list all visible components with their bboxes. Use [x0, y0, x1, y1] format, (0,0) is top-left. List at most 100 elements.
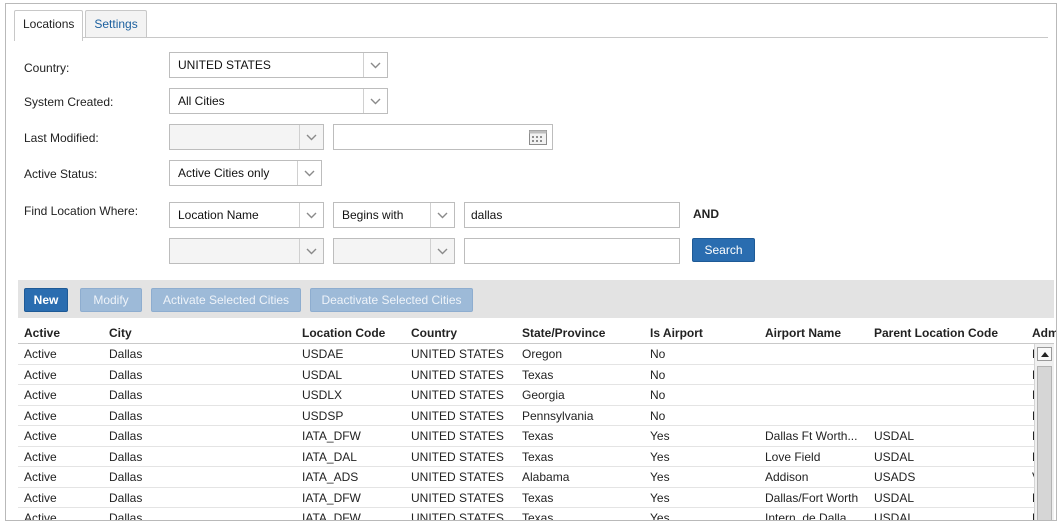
- cell-parent-location: USDAL: [874, 429, 915, 443]
- column-header-location-code[interactable]: Location Code: [302, 322, 407, 344]
- chevron-down-icon[interactable]: [299, 125, 323, 149]
- cell-is-airport: No: [650, 347, 666, 361]
- chevron-down-icon[interactable]: [299, 239, 323, 263]
- modify-button[interactable]: Modify: [80, 288, 142, 312]
- last-modified-label: Last Modified:: [24, 131, 99, 145]
- column-header-country[interactable]: Country: [411, 322, 517, 344]
- cell-is-airport: No: [650, 388, 666, 402]
- cell-location-code: USDSP: [302, 408, 344, 423]
- cell-city: Dallas: [109, 470, 143, 484]
- grid-header: Active City Location Code Country State/…: [18, 322, 1056, 344]
- table-row[interactable]: ActiveDallasUSDALUNITED STATESTexasNoD: [18, 365, 1034, 385]
- cell-country: UNITED STATES: [411, 429, 504, 443]
- cell-country: UNITED STATES: [411, 511, 504, 521]
- table-row[interactable]: Active Dallas IATA_DFW UNITED STATES Texas Ye…: [18, 426, 1034, 447]
- cell-location-code: USDAL: [302, 367, 343, 382]
- tab-divider: [14, 37, 1048, 38]
- cell-state: Texas: [522, 490, 554, 505]
- system-created-label: System Created:: [24, 95, 114, 109]
- cell-location-code: IATA_DFW: [302, 511, 361, 521]
- cell-country: UNITED STATES: [411, 408, 504, 423]
- table-row[interactable]: Active Dallas IATA_ADS UNITED STATES Alabama…: [18, 467, 1034, 488]
- cell-city: Dallas: [109, 449, 143, 464]
- active-status-select[interactable]: Active Cities only: [169, 160, 322, 186]
- cell-parent-location: USDAL: [874, 490, 915, 505]
- find-location-label: Find Location Where:: [24, 204, 139, 218]
- table-row[interactable]: ActiveDallasUSDAEUNITED STATESOregonNoF: [18, 344, 1034, 365]
- table-row[interactable]: Active Dallas IATA_DFW UNITED STATES Texas Ye…: [18, 508, 1034, 521]
- column-header-is-airport[interactable]: Is Airport: [650, 322, 762, 344]
- cell-airport-name: Dallas Ft Worth...: [765, 429, 858, 443]
- cell-city: Dallas: [109, 408, 143, 423]
- cell-active: Active: [24, 470, 57, 484]
- cell-country: UNITED STATES: [411, 388, 504, 402]
- cell-state: Texas: [522, 367, 554, 382]
- cell-state: Oregon: [522, 347, 563, 361]
- column-header-state[interactable]: State/Province: [522, 322, 647, 344]
- country-select[interactable]: UNITED STATES: [169, 52, 388, 78]
- cell-country: UNITED STATES: [411, 470, 504, 484]
- cell-state: Texas: [522, 429, 554, 443]
- system-created-select[interactable]: All Cities: [169, 88, 388, 114]
- last-modified-date-input[interactable]: [333, 124, 553, 150]
- search-button[interactable]: Search: [692, 238, 755, 262]
- chevron-down-icon[interactable]: [430, 203, 454, 227]
- cell-state: Texas: [522, 449, 554, 464]
- column-header-airport-name[interactable]: Airport Name: [765, 322, 870, 344]
- cell-active: Active: [24, 490, 57, 505]
- cell-city: Dallas: [109, 511, 143, 521]
- table-row[interactable]: Active Dallas IATA_DAL UNITED STATES Texas Ye…: [18, 447, 1034, 467]
- table-row[interactable]: Active Dallas USDSP UNITED STATES Pennsylvan…: [18, 406, 1034, 426]
- find-operator-value: Begins with: [342, 208, 404, 222]
- and-joiner-label: AND: [693, 207, 719, 221]
- find-value-input-2[interactable]: [464, 238, 680, 264]
- column-header-active[interactable]: Active: [24, 322, 104, 344]
- vertical-scrollbar[interactable]: [1034, 344, 1054, 520]
- calendar-icon[interactable]: [529, 130, 547, 145]
- grid-body: ActiveDallasUSDAEUNITED STATESOregonNoFA…: [18, 344, 1034, 521]
- scroll-up-icon[interactable]: [1037, 347, 1052, 361]
- cell-active: Active: [24, 449, 57, 464]
- table-row[interactable]: ActiveDallasUSDLXUNITED STATESGeorgiaNoF: [18, 385, 1034, 406]
- last-modified-operator-select[interactable]: [169, 124, 324, 150]
- activate-cities-button[interactable]: Activate Selected Cities: [151, 288, 301, 312]
- active-status-select-value: Active Cities only: [178, 166, 270, 180]
- scrollbar-thumb[interactable]: [1037, 366, 1052, 520]
- deactivate-cities-button[interactable]: Deactivate Selected Cities: [310, 288, 473, 312]
- column-header-parent-location[interactable]: Parent Location Code: [874, 322, 1029, 344]
- cell-airport-name: Addison: [765, 470, 809, 484]
- cell-is-airport: No: [650, 367, 666, 382]
- tab-locations[interactable]: Locations: [14, 10, 84, 41]
- new-button[interactable]: New: [24, 288, 68, 312]
- chevron-down-icon[interactable]: [297, 161, 321, 185]
- find-field-select[interactable]: Location Name: [169, 202, 324, 228]
- find-operator-select-2[interactable]: [333, 238, 455, 264]
- chevron-down-icon[interactable]: [430, 239, 454, 263]
- cell-airport-name: Dallas/Fort Worth: [765, 490, 859, 505]
- cell-state: Pennsylvania: [522, 408, 594, 423]
- chevron-down-icon[interactable]: [299, 203, 323, 227]
- cell-location-code: USDAE: [302, 347, 344, 361]
- cell-is-airport: No: [650, 408, 666, 423]
- column-header-city[interactable]: City: [109, 322, 299, 344]
- cell-city: Dallas: [109, 347, 143, 361]
- find-operator-select[interactable]: Begins with: [333, 202, 455, 228]
- cell-location-code: IATA_DFW: [302, 429, 361, 443]
- cell-is-airport: Yes: [650, 429, 670, 443]
- chevron-down-icon[interactable]: [363, 53, 387, 77]
- column-header-admin[interactable]: Adm: [1032, 322, 1056, 344]
- find-value-input[interactable]: dallas: [464, 202, 680, 228]
- find-field-select-2[interactable]: [169, 238, 324, 264]
- cell-is-airport: Yes: [650, 511, 670, 521]
- cell-state: Alabama: [522, 470, 570, 484]
- cell-country: UNITED STATES: [411, 449, 504, 464]
- cell-airport-name: Love Field: [765, 449, 821, 464]
- cell-parent-location: USDAL: [874, 449, 915, 464]
- tab-settings[interactable]: Settings: [85, 10, 147, 38]
- chevron-down-icon[interactable]: [363, 89, 387, 113]
- cell-location-code: IATA_ADS: [302, 470, 359, 484]
- cell-is-airport: Yes: [650, 470, 670, 484]
- table-row[interactable]: Active Dallas IATA_DFW UNITED STATES Texas Ye…: [18, 488, 1034, 508]
- cell-parent-location: USADS: [874, 470, 916, 484]
- find-field-value: Location Name: [178, 208, 259, 222]
